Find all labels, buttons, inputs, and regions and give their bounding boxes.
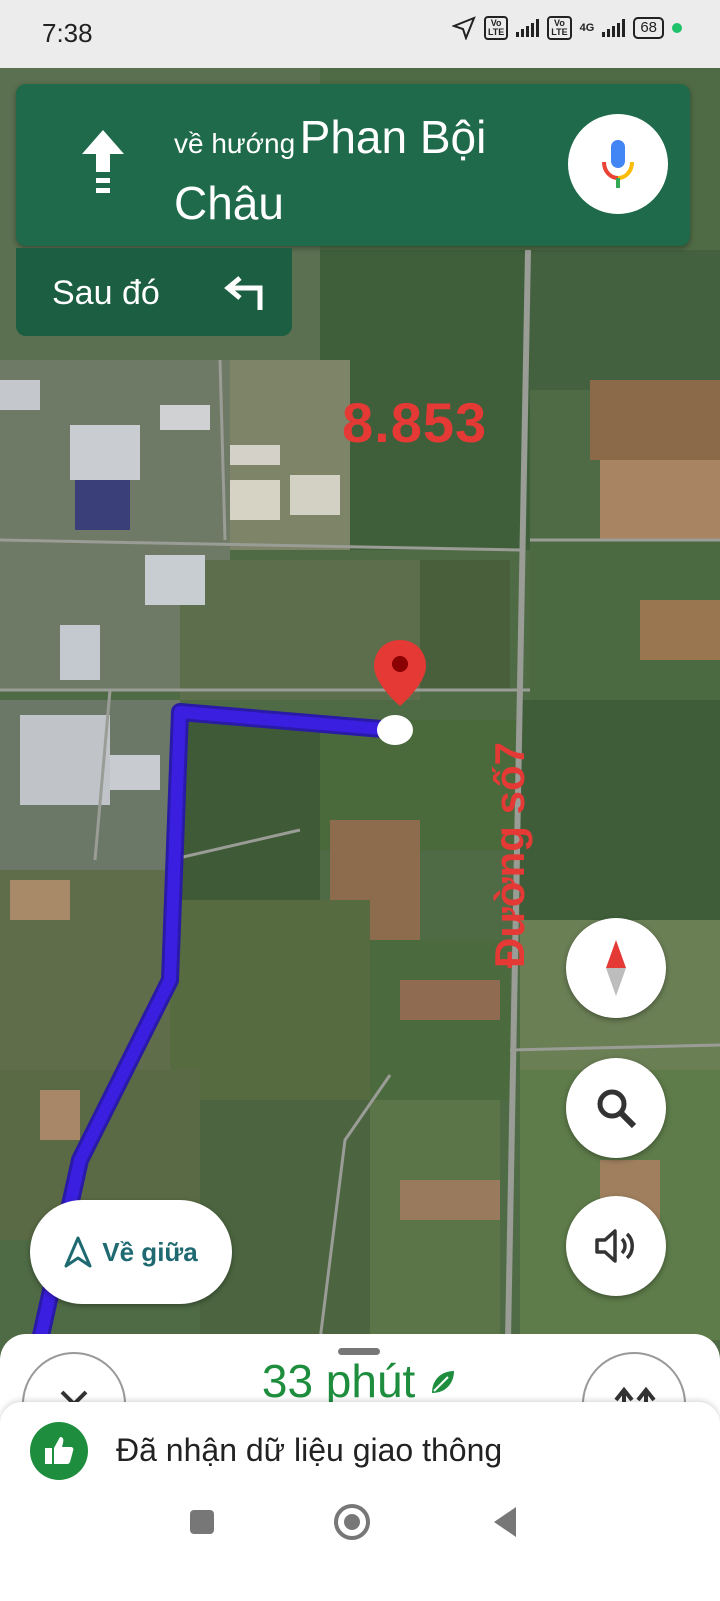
direction-prefix: về hướng: [174, 128, 296, 159]
search-button[interactable]: [566, 1058, 666, 1158]
signal-bars-icon: [516, 19, 540, 37]
street-name-line1: Phan Bội: [299, 111, 487, 163]
microphone-icon: [602, 140, 634, 188]
then-label: Sau đó: [52, 274, 160, 312]
navigation-instruction-card[interactable]: về hướng Phan Bội Châu: [16, 84, 690, 246]
map-overlay-number: 8.853: [342, 391, 488, 454]
sound-button[interactable]: [566, 1196, 666, 1296]
signal-bars-icon-2: [602, 19, 626, 37]
network-type: 4G: [579, 22, 595, 34]
compass-icon: [606, 940, 626, 996]
toast-message: Đã nhận dữ liệu giao thông: [116, 1432, 503, 1468]
street-name-line2: Châu: [174, 177, 284, 229]
recenter-button[interactable]: Về giữa: [30, 1200, 232, 1304]
recenter-label: Về giữa: [102, 1236, 198, 1267]
straight-arrow-icon: [82, 130, 124, 193]
home-circle-icon[interactable]: [332, 1502, 372, 1542]
turn-left-icon: [224, 276, 263, 310]
next-maneuver-card[interactable]: Sau đó: [16, 248, 292, 336]
traffic-data-toast: Đã nhận dữ liệu giao thông: [0, 1402, 720, 1500]
back-triangle-icon[interactable]: [490, 1505, 520, 1539]
speaker-icon: [595, 1229, 634, 1263]
location-arrow-icon: [451, 16, 476, 40]
battery-level: 68: [633, 17, 664, 39]
road-label: Đường số7: [486, 742, 533, 968]
eta-text: 33 phút: [261, 1355, 416, 1407]
status-icons: Vo LTE Vo LTE 4G 68: [451, 16, 682, 40]
system-navigation-bar: [0, 1500, 720, 1601]
volte-icon: Vo LTE: [483, 16, 509, 40]
search-icon: [597, 1089, 637, 1129]
compass-button[interactable]: [566, 918, 666, 1018]
instruction-text: về hướng Phan Bội Châu: [174, 110, 564, 242]
thumbs-up-icon: [30, 1422, 88, 1480]
navigation-arrow-icon: [64, 1236, 92, 1268]
volte-icon-2: Vo LTE: [547, 16, 572, 40]
voice-search-button[interactable]: [568, 114, 668, 214]
eco-leaf-icon: [432, 1371, 455, 1393]
status-time: 7:38: [42, 18, 93, 48]
current-location-icon: [377, 715, 413, 745]
privacy-indicator-icon: [672, 23, 682, 33]
recents-square-icon[interactable]: [188, 1508, 216, 1536]
status-bar: 7:38 Vo LTE Vo LTE 4G 68: [0, 0, 720, 68]
